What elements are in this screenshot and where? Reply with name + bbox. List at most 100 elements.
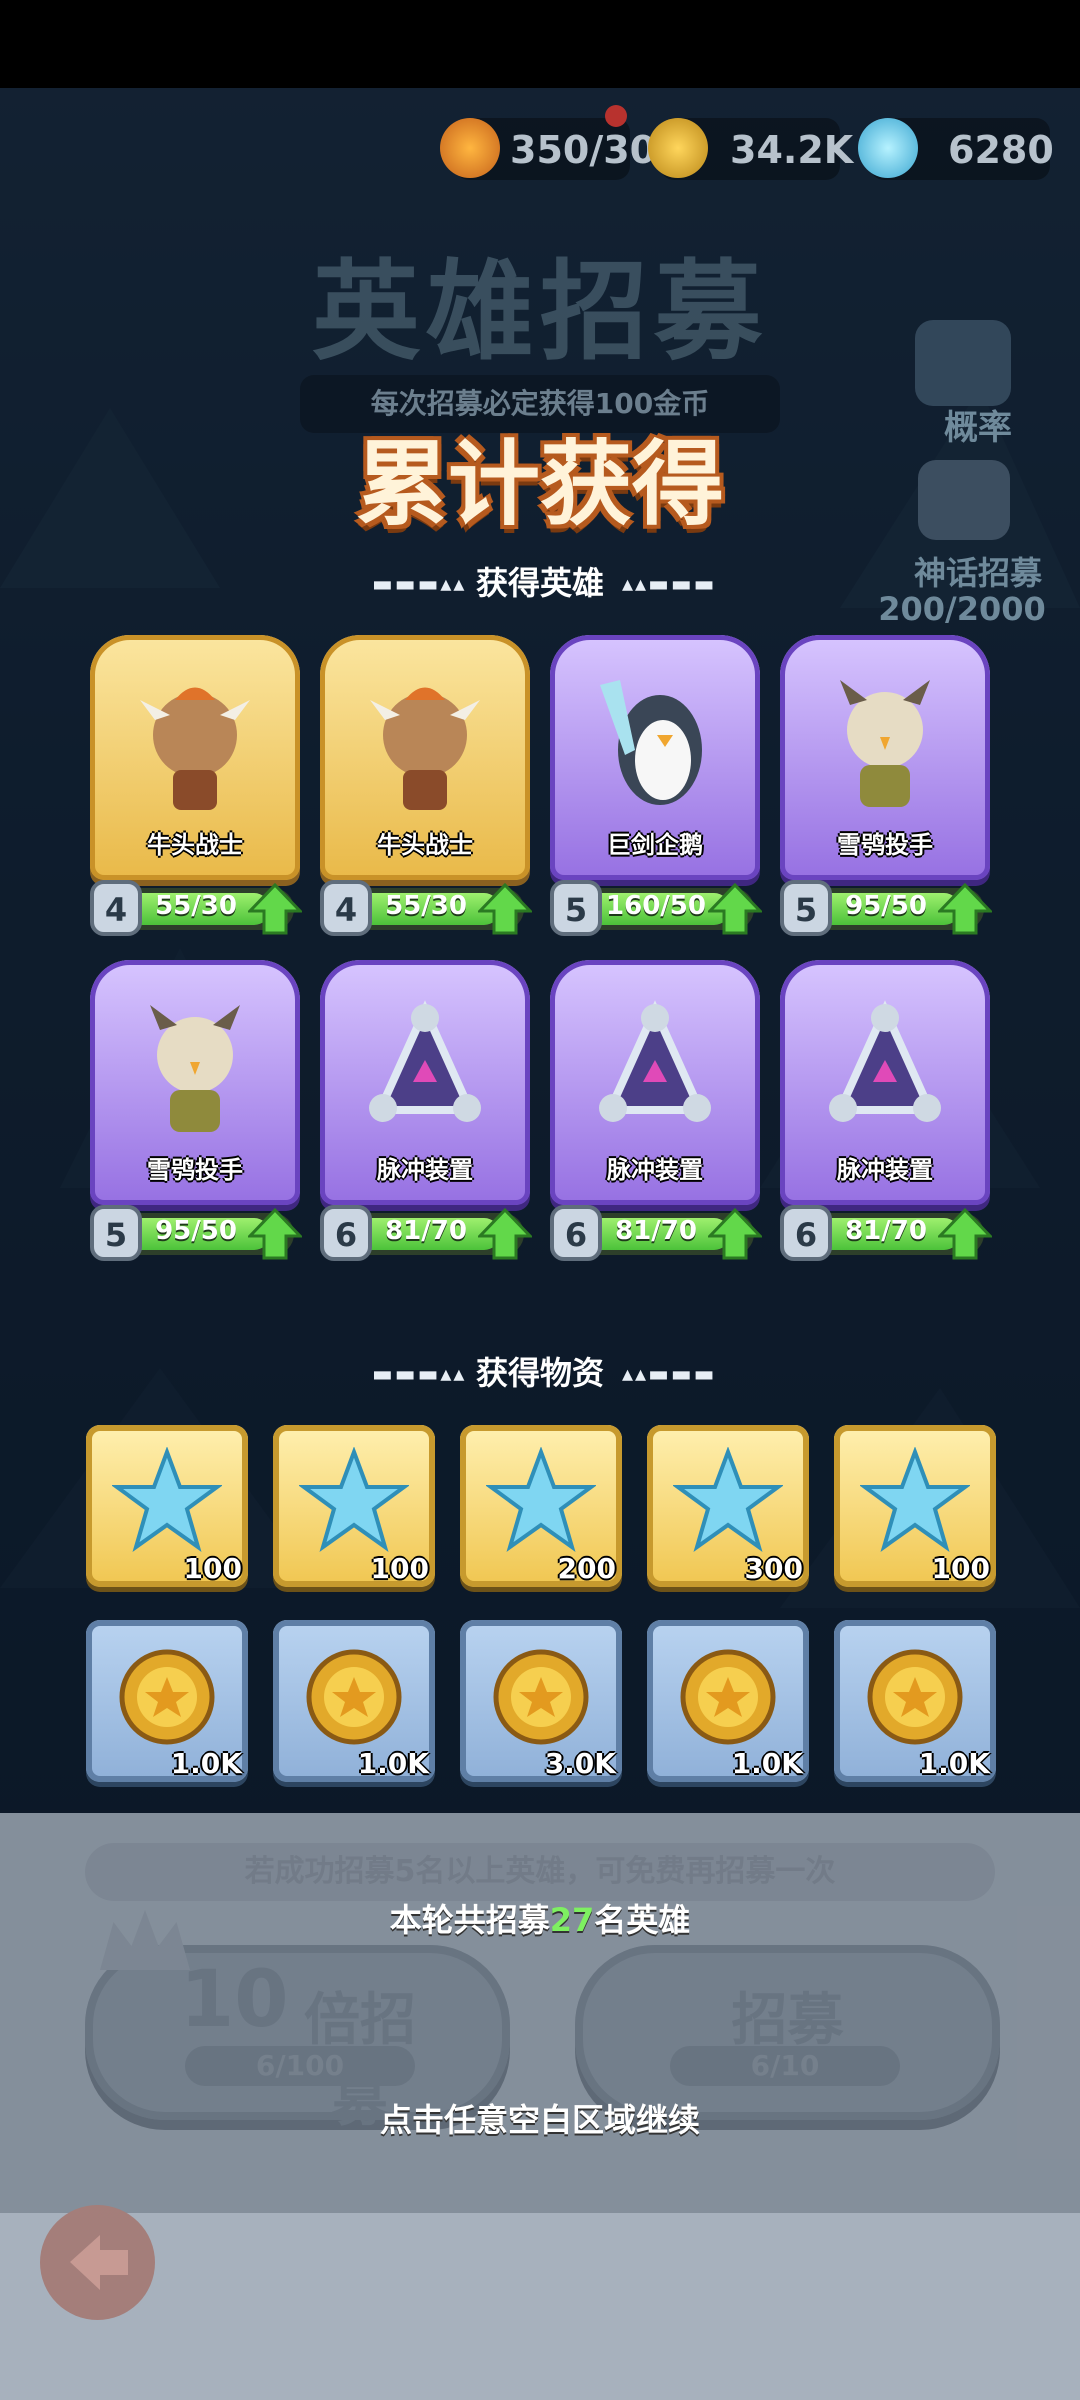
- bull-warrior-icon: [140, 687, 250, 810]
- crystal-reward: 100: [86, 1425, 248, 1587]
- snow-owl-icon: [840, 680, 930, 807]
- upgrade-arrow-icon[interactable]: [248, 883, 302, 935]
- tap-to-continue[interactable]: 点击任意空白区域继续: [0, 2095, 1080, 2141]
- crystal-value: 6280: [948, 128, 1054, 172]
- hero-level-badge: 5: [780, 880, 832, 936]
- reward-amount: 200: [557, 1552, 616, 1585]
- hero-name: 牛头战士: [147, 831, 243, 859]
- hero-name: 巨剑企鹅: [607, 831, 703, 859]
- coin-reward: 3.0K: [460, 1620, 622, 1782]
- hero-card[interactable]: 脉冲装置 6 81/70: [550, 960, 762, 1265]
- reward-amount: 1.0K: [731, 1747, 803, 1780]
- hero-card[interactable]: 脉冲装置 6 81/70: [320, 960, 532, 1265]
- hero-shard-progress: 160/50: [606, 891, 706, 921]
- crystal-icon: [673, 1447, 783, 1552]
- mythic-recruit-progress: 200/2000: [878, 590, 1046, 628]
- hero-shard-progress: 81/70: [845, 1216, 927, 1246]
- gold-coin-icon: [867, 1649, 963, 1745]
- hero-name: 雪鸮投手: [147, 1156, 243, 1184]
- hero-shard-progress: 55/30: [385, 891, 467, 921]
- reward-amount: 1.0K: [918, 1747, 990, 1780]
- notification-dot-icon: [605, 105, 627, 127]
- reward-amount: 1.0K: [357, 1747, 429, 1780]
- hero-level-badge: 6: [780, 1205, 832, 1261]
- coin-reward: 1.0K: [647, 1620, 809, 1782]
- crystal-icon: [860, 1447, 970, 1552]
- summary-count: 27: [549, 1901, 595, 1939]
- hero-card[interactable]: 巨剑企鹅 5 160/50: [550, 635, 762, 940]
- upgrade-arrow-icon[interactable]: [478, 1208, 532, 1260]
- hero-name: 雪鸮投手: [837, 831, 933, 859]
- reward-amount: 100: [183, 1552, 242, 1585]
- hero-card[interactable]: 雪鸮投手 5 95/50: [90, 960, 302, 1265]
- gold-coin-icon: [493, 1649, 589, 1745]
- status-bar: [0, 0, 1080, 88]
- upgrade-arrow-icon[interactable]: [478, 883, 532, 935]
- bull-warrior-icon: [370, 687, 480, 810]
- coin-reward: 1.0K: [834, 1620, 996, 1782]
- gold-coin-icon: [306, 1649, 402, 1745]
- section-deco-right: ▴▴▬▬▬: [622, 572, 717, 597]
- summary-suffix: 名英雄: [594, 1901, 691, 1939]
- upgrade-arrow-icon[interactable]: [708, 1208, 762, 1260]
- snow-owl-icon: [150, 1005, 240, 1132]
- crystal-reward: 300: [647, 1425, 809, 1587]
- section-deco-right: ▴▴▬▬▬: [622, 1362, 717, 1387]
- pulse-device-icon: [829, 1000, 941, 1122]
- coin-reward: 1.0K: [86, 1620, 248, 1782]
- crystal-reward: 100: [834, 1425, 996, 1587]
- hero-name: 脉冲装置: [377, 1156, 473, 1184]
- hero-card[interactable]: 脉冲装置 6 81/70: [780, 960, 992, 1265]
- hero-name: 脉冲装置: [837, 1156, 933, 1184]
- mythic-recruit-label: 神话招募: [913, 554, 1042, 592]
- upgrade-arrow-icon[interactable]: [248, 1208, 302, 1260]
- fire-drop-icon: [440, 118, 500, 178]
- mythic-crest-icon[interactable]: [918, 460, 1010, 540]
- accumulated-title: 累计获得: [355, 431, 724, 538]
- gold-coin-icon: [680, 1649, 776, 1745]
- pulse-device-icon: [599, 1000, 711, 1122]
- hero-card[interactable]: 雪鸮投手 5 95/50: [780, 635, 992, 940]
- hero-level-badge: 5: [550, 880, 602, 936]
- hero-shard-progress: 95/50: [155, 1216, 237, 1246]
- hero-level-badge: 6: [320, 1205, 372, 1261]
- rate-document-icon[interactable]: [915, 320, 1011, 406]
- gold-value: 34.2K: [730, 128, 854, 172]
- hero-shard-progress: 81/70: [615, 1216, 697, 1246]
- hero-level-badge: 5: [90, 1205, 142, 1261]
- round-summary: 本轮共招募27名英雄: [0, 1895, 1080, 1941]
- hero-name: 脉冲装置: [607, 1156, 703, 1184]
- crystal-icon: [112, 1447, 222, 1552]
- upgrade-arrow-icon[interactable]: [708, 883, 762, 935]
- coin-reward: 1.0K: [273, 1620, 435, 1782]
- crystal-icon: [486, 1447, 596, 1552]
- panel-dim-overlay: [0, 1813, 1080, 2213]
- hero-level-badge: 6: [550, 1205, 602, 1261]
- crystal-icon[interactable]: [858, 118, 918, 178]
- hero-level-badge: 4: [320, 880, 372, 936]
- crystal-reward: 100: [273, 1425, 435, 1587]
- reward-amount: 300: [744, 1552, 803, 1585]
- hero-shard-progress: 95/50: [845, 891, 927, 921]
- reward-amount: 1.0K: [170, 1747, 242, 1780]
- crystal-reward: 200: [460, 1425, 622, 1587]
- summary-prefix: 本轮共招募: [389, 1901, 550, 1939]
- gold-coin-icon: [119, 1649, 215, 1745]
- reward-amount: 3.0K: [544, 1747, 616, 1780]
- back-arrow-icon: [70, 2235, 128, 2290]
- energy-value: 350/30: [510, 128, 657, 172]
- hero-level-badge: 4: [90, 880, 142, 936]
- upgrade-arrow-icon[interactable]: [938, 883, 992, 935]
- rate-label: 概率: [944, 408, 1012, 448]
- hero-shard-progress: 81/70: [385, 1216, 467, 1246]
- upgrade-arrow-icon[interactable]: [938, 1208, 992, 1260]
- reward-amount: 100: [931, 1552, 990, 1585]
- crystal-icon: [299, 1447, 409, 1552]
- back-button[interactable]: [40, 2205, 155, 2320]
- reward-amount: 100: [370, 1552, 429, 1585]
- gold-coin-icon[interactable]: [648, 118, 708, 178]
- hero-card[interactable]: 牛头战士 4 55/30: [90, 635, 302, 940]
- hero-name: 牛头战士: [377, 831, 473, 859]
- hero-card[interactable]: 牛头战士 4 55/30: [320, 635, 532, 940]
- hero-shard-progress: 55/30: [155, 891, 237, 921]
